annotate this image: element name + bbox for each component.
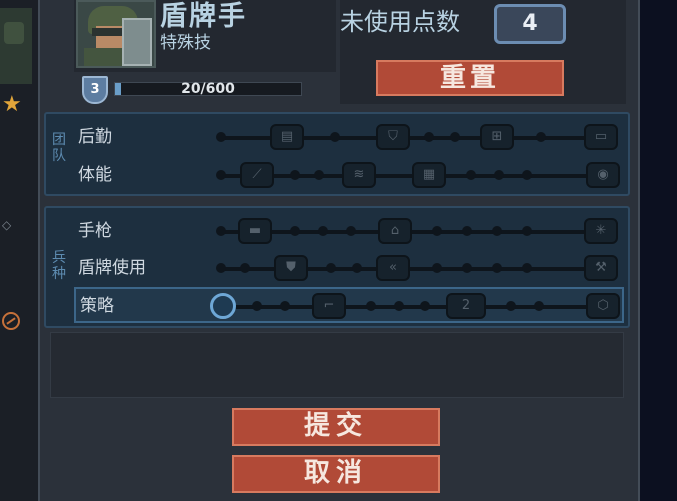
track-node bbox=[216, 226, 226, 236]
points-value: 4 bbox=[494, 4, 566, 44]
track-node bbox=[280, 301, 290, 311]
track-node bbox=[240, 263, 250, 273]
track-node bbox=[522, 170, 532, 180]
track-node bbox=[432, 263, 442, 273]
wrench-icon[interactable]: ⚒ bbox=[584, 255, 618, 281]
track-node bbox=[492, 226, 502, 236]
track-node bbox=[366, 301, 376, 311]
skill-row-tactics: 策略 ⌐ 2 ⬡ bbox=[74, 287, 624, 323]
track-node bbox=[462, 226, 472, 236]
track-node bbox=[290, 170, 300, 180]
track-node bbox=[534, 301, 544, 311]
gun-icon[interactable]: ⌐ bbox=[312, 293, 346, 319]
class-subtitle: 特殊技 bbox=[160, 33, 211, 53]
row-label: 手枪 bbox=[78, 221, 112, 241]
xp-text: 20/600 bbox=[181, 81, 235, 97]
pistol-icon[interactable]: ▬ bbox=[238, 218, 272, 244]
row-label: 后勤 bbox=[78, 127, 112, 147]
skill-row-fitness: 体能 ⟋ ≋ ▦ ◉ bbox=[74, 158, 624, 192]
track-node bbox=[216, 132, 226, 142]
track-node bbox=[522, 263, 532, 273]
class-name: 盾牌手 bbox=[160, 1, 247, 32]
grenade-icon[interactable]: ◉ bbox=[586, 162, 620, 188]
track-node bbox=[506, 301, 516, 311]
reset-button[interactable]: 重置 bbox=[376, 60, 564, 96]
rank-badge: 3 bbox=[82, 76, 108, 104]
skill-row-pistol: 手枪 ▬ ⌂ ✳ bbox=[74, 214, 624, 248]
track-node bbox=[536, 132, 546, 142]
ammo-icon[interactable]: ▤ bbox=[270, 124, 304, 150]
track-node bbox=[462, 263, 472, 273]
skill-row-logistics: 后勤 ▤ ⛉ ⊞ ▭ bbox=[74, 120, 624, 154]
track-node bbox=[492, 263, 502, 273]
track-node bbox=[252, 301, 262, 311]
track-node bbox=[352, 263, 362, 273]
points-label: 未使用点数 bbox=[340, 8, 460, 36]
supply-icon[interactable]: ▭ bbox=[584, 124, 618, 150]
submit-button[interactable]: 提交 bbox=[232, 408, 440, 446]
track-node bbox=[420, 301, 430, 311]
crossfire-icon[interactable]: ✳ bbox=[584, 218, 618, 244]
shield-icon bbox=[122, 18, 152, 66]
cover-icon[interactable]: ⌂ bbox=[378, 218, 412, 244]
armor-icon[interactable]: ▦ bbox=[412, 162, 446, 188]
row-label: 体能 bbox=[78, 165, 112, 185]
soldier-portrait bbox=[76, 0, 156, 68]
track-node bbox=[394, 301, 404, 311]
left-roster-strip: ★ ◇ bbox=[0, 0, 38, 501]
track-node bbox=[432, 226, 442, 236]
sprint-icon[interactable]: ≋ bbox=[342, 162, 376, 188]
track-node bbox=[466, 170, 476, 180]
track-node bbox=[522, 226, 532, 236]
star-icon: ★ bbox=[2, 92, 22, 117]
cancel-button[interactable]: 取消 bbox=[232, 455, 440, 493]
row-label: 盾牌使用 bbox=[78, 258, 146, 278]
medkit-icon[interactable]: ⊞ bbox=[480, 124, 514, 150]
skill-row-shield-use: 盾牌使用 ⛊ « ⚒ bbox=[74, 251, 624, 285]
track-node bbox=[314, 170, 324, 180]
roster-glyph-icon: ◇ bbox=[2, 218, 12, 232]
ban-icon bbox=[2, 312, 20, 330]
track-node bbox=[346, 226, 356, 236]
roster-soldier-portrait[interactable] bbox=[0, 8, 32, 84]
double-icon[interactable]: 2 bbox=[446, 293, 486, 319]
ring-icon[interactable] bbox=[210, 293, 236, 319]
track-node bbox=[494, 170, 504, 180]
shield-plus-icon[interactable]: ⛉ bbox=[376, 124, 410, 150]
group-label: 兵种 bbox=[52, 250, 66, 282]
row-label: 策略 bbox=[80, 296, 114, 316]
track-node bbox=[330, 132, 340, 142]
track-node bbox=[290, 226, 300, 236]
track-node bbox=[216, 263, 226, 273]
track-node bbox=[216, 170, 226, 180]
rank-chevron-icon[interactable]: « bbox=[376, 255, 410, 281]
badge-icon[interactable]: ⬡ bbox=[586, 293, 620, 319]
track-node bbox=[424, 132, 434, 142]
right-background bbox=[640, 0, 677, 501]
skill-description-box bbox=[50, 332, 624, 398]
track-node bbox=[450, 132, 460, 142]
knife-icon[interactable]: ⟋ bbox=[240, 162, 274, 188]
shield-icon[interactable]: ⛊ bbox=[274, 255, 308, 281]
skill-track bbox=[220, 230, 616, 234]
track-node bbox=[318, 226, 328, 236]
group-label: 团队 bbox=[52, 132, 66, 164]
track-node bbox=[326, 263, 336, 273]
